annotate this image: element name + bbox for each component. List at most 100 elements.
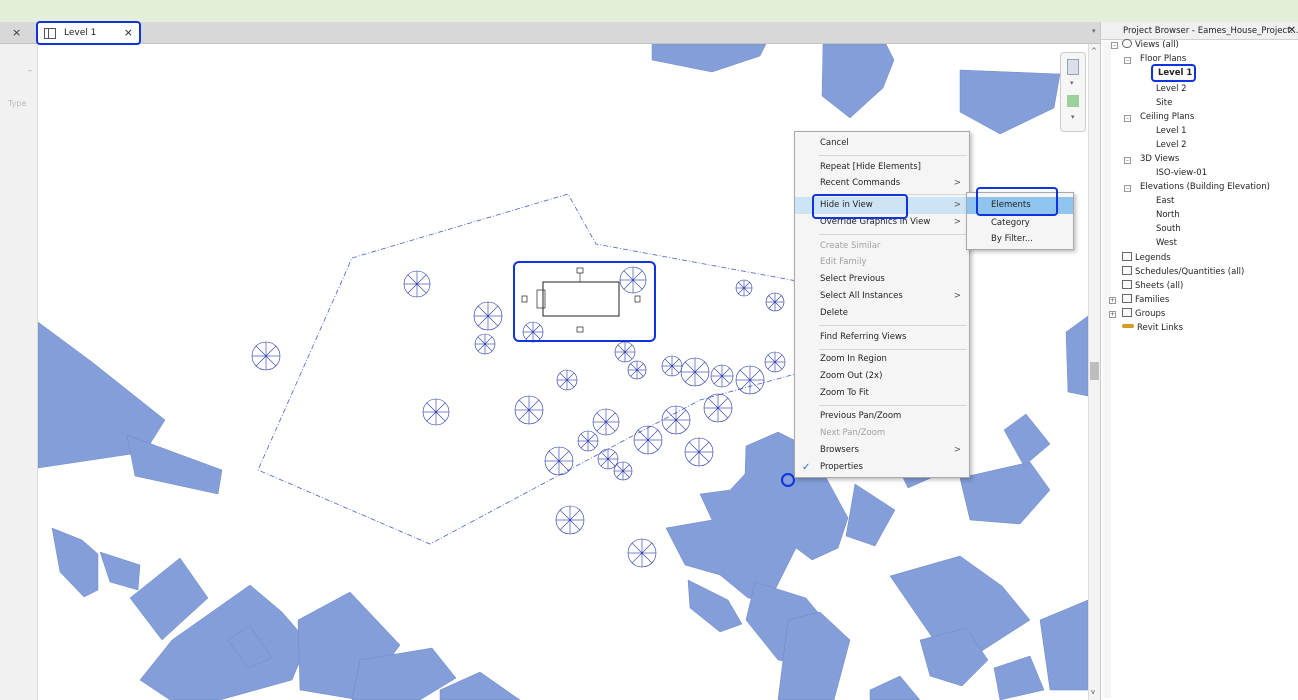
tree-spoke: [528, 399, 540, 411]
menu-item-zoom-in-region[interactable]: Zoom In Region: [795, 351, 969, 368]
tree-spoke: [532, 324, 541, 333]
tree-spoke: [675, 419, 687, 431]
tree-ceiling-plans[interactable]: Ceiling Plans: [1140, 111, 1194, 123]
menu-item-zoom-out[interactable]: Zoom Out (2x): [795, 368, 969, 385]
submenu-item-category[interactable]: Category: [967, 215, 1073, 232]
tree-iso-view[interactable]: ISO-view-01: [1156, 167, 1207, 179]
tree-elevation-west[interactable]: West: [1156, 237, 1177, 249]
menu-item-select-all-instances[interactable]: Select All Instances >: [795, 288, 969, 305]
tree-spoke: [707, 407, 719, 419]
close-icon[interactable]: ✕: [1288, 22, 1296, 39]
tree-spoke: [664, 358, 673, 367]
floor-plan-icon: [44, 27, 56, 39]
menu-item-cancel[interactable]: Cancel: [795, 135, 969, 152]
tree-spoke: [749, 369, 761, 381]
navigation-bar[interactable]: ▾ ▾: [1060, 52, 1086, 132]
submenu-item-elements[interactable]: Elements: [967, 197, 1073, 214]
view-tab-strip: ×: [0, 22, 1100, 44]
menu-item-browsers[interactable]: Browsers >: [795, 442, 969, 459]
menu-item-repeat[interactable]: Repeat [Hide Elements]: [795, 159, 969, 176]
tree-spoke: [566, 372, 575, 381]
tree-spoke: [707, 397, 719, 409]
tree-spoke: [587, 433, 596, 442]
tree-ceiling-plan-level-1[interactable]: Level 1: [1156, 125, 1187, 137]
schedule-icon: [1122, 266, 1132, 275]
menu-item-override-graphics[interactable]: Override Graphics in View >: [795, 214, 969, 231]
tree-spoke: [559, 509, 571, 521]
submenu-arrow-icon: >: [953, 200, 961, 210]
menu-item-properties[interactable]: ✓ Properties: [795, 459, 969, 476]
tree-spoke: [484, 336, 493, 345]
sheet-icon: [1122, 280, 1132, 289]
collapse-toggle-icon[interactable]: –: [1124, 115, 1131, 122]
browser-scrollbar[interactable]: [1103, 42, 1111, 698]
tab-level-1[interactable]: Level 1 ×: [36, 21, 141, 45]
collapse-toggle-icon[interactable]: –: [1124, 57, 1131, 64]
tree-spoke: [630, 369, 638, 377]
expand-toggle-icon[interactable]: +: [1109, 297, 1116, 304]
tab-close-icon[interactable]: ×: [124, 26, 133, 39]
type-label: Type: [8, 99, 27, 108]
collapse-toggle-icon[interactable]: –: [1124, 185, 1131, 192]
scroll-thumb[interactable]: [1090, 362, 1099, 380]
selected-element: [513, 261, 656, 342]
tree-groups[interactable]: Groups: [1122, 308, 1165, 320]
tree-spoke: [688, 451, 700, 463]
tree-spoke: [548, 450, 560, 462]
steering-wheel-icon[interactable]: [1067, 95, 1079, 107]
collapse-toggle-icon[interactable]: –: [1124, 157, 1131, 164]
tree-spoke: [616, 464, 624, 472]
tree-elevations[interactable]: Elevations (Building Elevation): [1140, 181, 1270, 193]
vertical-scrollbar[interactable]: ^ v: [1088, 44, 1100, 700]
menu-item-find-referring-views[interactable]: Find Referring Views: [795, 329, 969, 346]
tree-spoke: [600, 451, 609, 460]
tree-sheets[interactable]: Sheets (all): [1122, 280, 1183, 292]
tree-spoke: [580, 440, 589, 449]
menu-item-recent-commands[interactable]: Recent Commands >: [795, 175, 969, 192]
tree-spoke: [721, 375, 731, 385]
tree-ceiling-plan-level-2[interactable]: Level 2: [1156, 139, 1187, 151]
tree-spoke: [569, 519, 581, 531]
menu-item-select-previous[interactable]: Select Previous: [795, 271, 969, 288]
chevron-down-icon[interactable]: ▾: [1070, 79, 1074, 87]
tree-spoke: [435, 402, 446, 413]
tree-elevation-north[interactable]: North: [1156, 209, 1180, 221]
tree-spoke: [774, 301, 782, 309]
tree-spoke: [607, 458, 616, 467]
pin-icon[interactable]: ▾: [1092, 27, 1096, 35]
tree-legends[interactable]: Legends: [1122, 252, 1171, 264]
collapse-toggle-icon[interactable]: –: [1111, 42, 1118, 49]
tree-spoke: [647, 439, 659, 451]
menu-item-delete[interactable]: Delete: [795, 305, 969, 322]
tree-3d-views[interactable]: 3D Views: [1140, 153, 1179, 165]
tree-families[interactable]: Families: [1122, 294, 1169, 306]
tree-schedules[interactable]: Schedules/Quantities (all): [1122, 266, 1244, 278]
tree-floor-plan-site[interactable]: Site: [1156, 97, 1172, 109]
tree-views-all[interactable]: Views (all): [1122, 39, 1179, 51]
menu-item-zoom-to-fit[interactable]: Zoom To Fit: [795, 385, 969, 402]
tree-spoke: [631, 542, 643, 554]
tree-spoke: [665, 419, 677, 431]
collapse-icon[interactable]: –: [28, 66, 32, 75]
tree-revit-links[interactable]: Revit Links: [1122, 322, 1183, 334]
menu-item-edit-family: Edit Family: [820, 257, 867, 267]
menu-item-hide-in-view[interactable]: Hide in View >: [795, 197, 969, 214]
properties-panel: – Type: [0, 44, 38, 700]
view-cube-icon[interactable]: [1067, 59, 1079, 75]
submenu-item-by-filter[interactable]: By Filter...: [967, 231, 1073, 248]
tree-spoke: [622, 464, 630, 472]
scroll-up-icon[interactable]: ^: [1091, 47, 1097, 55]
tree-elevation-south[interactable]: South: [1156, 223, 1181, 235]
tree-spoke: [435, 411, 446, 422]
menu-item-previous-pan-zoom[interactable]: Previous Pan/Zoom: [795, 408, 969, 425]
tree-floor-plan-level-2[interactable]: Level 2: [1156, 83, 1187, 95]
chevron-down-icon[interactable]: ▾: [1071, 113, 1075, 121]
tree-elevation-east[interactable]: East: [1156, 195, 1174, 207]
expand-toggle-icon[interactable]: +: [1109, 311, 1116, 318]
tree-spoke: [739, 369, 751, 381]
tree-spoke: [738, 287, 745, 294]
tree-spoke: [623, 279, 634, 290]
tree-spoke: [559, 379, 568, 388]
close-all-tabs-icon[interactable]: ×: [12, 26, 21, 39]
scroll-down-icon[interactable]: v: [1091, 688, 1095, 696]
